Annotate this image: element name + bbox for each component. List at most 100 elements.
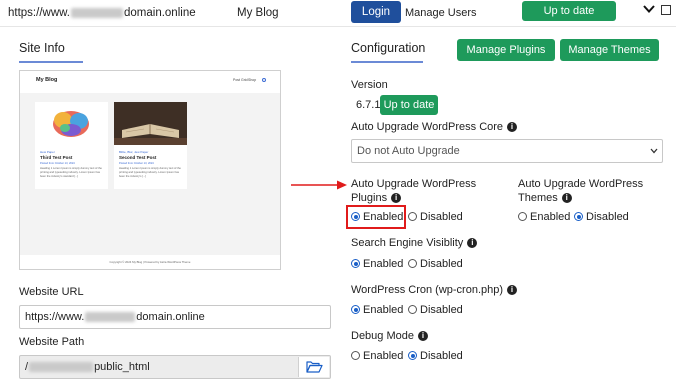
folder-open-button[interactable] [298,357,329,377]
redacted-text [29,362,94,373]
chevron-down-icon[interactable] [643,4,655,14]
debug-mode-enabled-radio[interactable]: Enabled [351,350,403,362]
configuration-title: Configuration [351,41,426,55]
auto-core-label-text: Auto Upgrade WordPress Core [351,121,504,133]
annotation-arrow [291,180,347,190]
radio-label: Disabled [420,258,463,270]
chevron-down-icon [650,148,658,154]
radio-label: Enabled [363,304,404,316]
search-visibility-disabled-radio[interactable]: Disabled [408,258,463,270]
radio-unselected-icon [408,305,417,314]
preview-nav-2: Shop [248,78,257,82]
top-divider [0,26,676,27]
radio-selected-icon [351,259,360,268]
preview-header: My Blog Post Grid Shop [20,71,280,93]
radio-label: Enabled [363,350,404,362]
redacted-text [85,312,136,323]
wp-cron-label: WordPress Cron (wp-cron.php) i [351,284,518,296]
website-url-field[interactable]: https://www. domain.online [19,305,331,329]
radio-label: Enabled [363,211,404,223]
auto-plugins-label: Auto Upgrade WordPress Plugins i [351,177,476,205]
login-button[interactable]: Login [351,1,401,23]
preview-post-excerpt: Heading 1 Lorem Ipsum is simply dummy te… [40,167,102,178]
auto-plugins-label-line1: Auto Upgrade WordPress [351,178,477,190]
redacted-text [71,7,123,18]
preview-search-icon [262,78,266,82]
status-up-to-date-button[interactable]: Up to date [522,1,616,21]
preview-post-excerpt: Heading 1 Lorem Ipsum is simply dummy te… [119,167,181,178]
website-url-label: Website URL [19,286,84,298]
search-visibility-enabled-radio[interactable]: Enabled [351,258,403,270]
debug-mode-label: Debug Mode i [351,330,428,342]
preview-footer: Copyright © 2024 My Blog | Powered by As… [20,255,280,269]
auto-core-label: Auto Upgrade WordPress Core i [351,121,518,133]
info-icon[interactable]: i [391,193,402,203]
preview-post-category: Hew Paper [40,150,55,154]
radio-label: Disabled [586,211,629,223]
auto-plugins-enabled-radio[interactable]: Enabled [351,211,403,223]
select-checkbox[interactable] [661,5,671,15]
auto-themes-disabled-radio[interactable]: Disabled [574,211,629,223]
wp-cron-enabled-radio[interactable]: Enabled [351,304,403,316]
auto-plugins-disabled-radio[interactable]: Disabled [408,211,463,223]
website-url-prefix: https://www. [25,311,85,323]
auto-core-select-value: Do not Auto Upgrade [357,145,460,157]
info-icon[interactable]: i [467,238,478,248]
preview-post-meta: Posted from October 13, 2024 [40,162,75,165]
debug-mode-label-text: Debug Mode [351,330,414,342]
info-icon[interactable]: i [507,122,518,132]
url-prefix: https://www. [8,7,70,19]
info-icon[interactable]: i [507,285,518,295]
preview-post-image [114,102,187,145]
radio-selected-icon [574,212,583,221]
radio-unselected-icon [351,351,360,360]
manage-themes-button[interactable]: Manage Themes [560,39,659,61]
radio-unselected-icon [408,259,417,268]
website-path-label: Website Path [19,336,85,348]
radio-unselected-icon [518,212,527,221]
wp-cron-disabled-radio[interactable]: Disabled [408,304,463,316]
folder-open-icon [306,361,323,373]
url-suffix: domain.online [124,7,196,19]
site-preview: My Blog Post Grid Shop Hew Paper Third T… [19,70,281,270]
info-icon[interactable]: i [418,331,428,341]
preview-post-card: Bible, Blur, Jew Paper Second Test Post … [114,102,187,189]
radio-label: Disabled [420,211,463,223]
debug-mode-disabled-radio[interactable]: Disabled [408,350,463,362]
preview-post-category: Bible, Blur, Jew Paper [119,150,149,154]
radio-unselected-icon [408,212,417,221]
version-label: Version [351,79,388,91]
site-info-title: Site Info [19,41,65,55]
radio-selected-icon [351,305,360,314]
site-info-title-underline [19,61,83,63]
info-icon[interactable]: i [561,193,572,203]
radio-label: Disabled [420,304,463,316]
auto-plugins-label-line2: Plugins [351,192,388,204]
radio-label: Disabled [420,350,463,362]
website-path-suffix: public_html [94,361,150,373]
auto-themes-label-line2: Themes [518,192,558,204]
website-url-suffix: domain.online [136,311,205,323]
auto-themes-label: Auto Upgrade WordPress Themes i [518,177,643,205]
website-path-prefix: / [25,361,29,373]
manage-plugins-button[interactable]: Manage Plugins [457,39,555,61]
preview-blog-title: My Blog [36,77,58,83]
site-name: My Blog [237,7,279,19]
auto-core-select[interactable]: Do not Auto Upgrade [351,139,663,163]
radio-selected-icon [408,351,417,360]
preview-post-title: Third Test Post [40,155,73,160]
radio-selected-icon [351,212,360,221]
preview-post-image [35,102,108,145]
preview-footer-text: Copyright © 2024 My Blog | Powered by As… [109,260,191,264]
auto-themes-enabled-radio[interactable]: Enabled [518,211,570,223]
preview-nav-1: Post Grid [233,78,248,82]
search-visibility-label-text: Search Engine Visiblity [351,237,464,249]
radio-label: Enabled [530,211,571,223]
version-up-to-date-button[interactable]: Up to date [380,95,438,115]
radio-label: Enabled [363,258,404,270]
search-visibility-label: Search Engine Visiblity i [351,237,478,249]
manage-users-link[interactable]: Manage Users [405,6,477,20]
version-value: 6.7.1 [356,99,381,111]
website-path-field[interactable]: / public_html [19,355,331,379]
preview-post-card: Hew Paper Third Test Post Posted from Oc… [35,102,108,189]
